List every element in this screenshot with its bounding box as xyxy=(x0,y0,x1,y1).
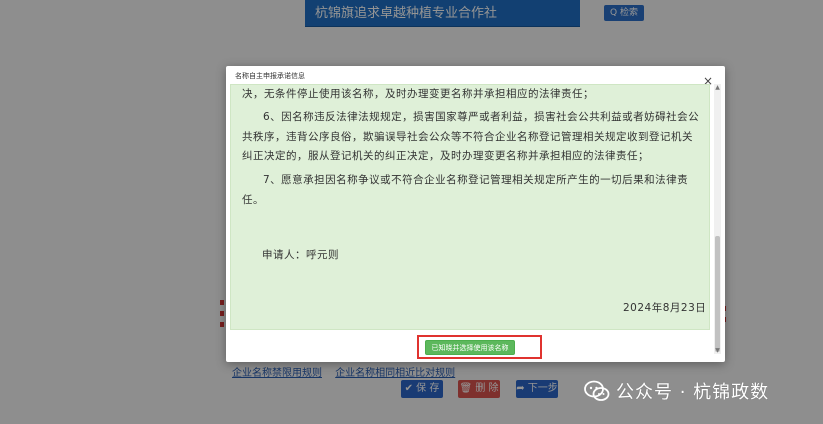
paragraph-top: 决，无条件停止使用该名称，及时办理变更名称并承担相应的法律责任； xyxy=(242,88,594,100)
scroll-up-icon[interactable]: ▲ xyxy=(714,84,721,91)
content-scrollbar[interactable]: ▲ ▼ xyxy=(714,84,721,354)
wechat-icon xyxy=(584,380,610,401)
scroll-down-icon[interactable]: ▼ xyxy=(714,347,721,354)
commitment-content: 决，无条件停止使用该名称，及时办理变更名称并承担相应的法律责任； 6、因名称违反… xyxy=(230,84,710,330)
scrollbar-thumb[interactable] xyxy=(715,236,720,352)
paragraph-6: 6、因名称违反法律法规规定，损害国家尊严或者利益，损害社会公共利益或者妨碍社会公… xyxy=(242,111,700,162)
paragraph-7: 7、愿意承担因名称争议或不符合企业名称登记管理相关规定所产生的一切后果和法律责任… xyxy=(242,174,689,206)
confirm-use-name-button[interactable]: 已知晓并选择使用该名称 xyxy=(425,340,515,355)
wechat-watermark: 公众号 · 杭锦政数 xyxy=(584,378,769,404)
dialog-title: 名称自主申报承诺信息 xyxy=(235,72,305,80)
watermark-text: 公众号 · 杭锦政数 xyxy=(616,382,770,403)
applicant-name: 申请人：呼元则 xyxy=(262,249,339,261)
commitment-content-scroll[interactable]: 决，无条件停止使用该名称，及时办理变更名称并承担相应的法律责任； 6、因名称违反… xyxy=(230,84,717,330)
signature-date: 2024年8月23日 xyxy=(623,302,707,314)
commitment-dialog: 名称自主申报承诺信息 × 决，无条件停止使用该名称，及时办理变更名称并承担相应的… xyxy=(226,66,725,362)
